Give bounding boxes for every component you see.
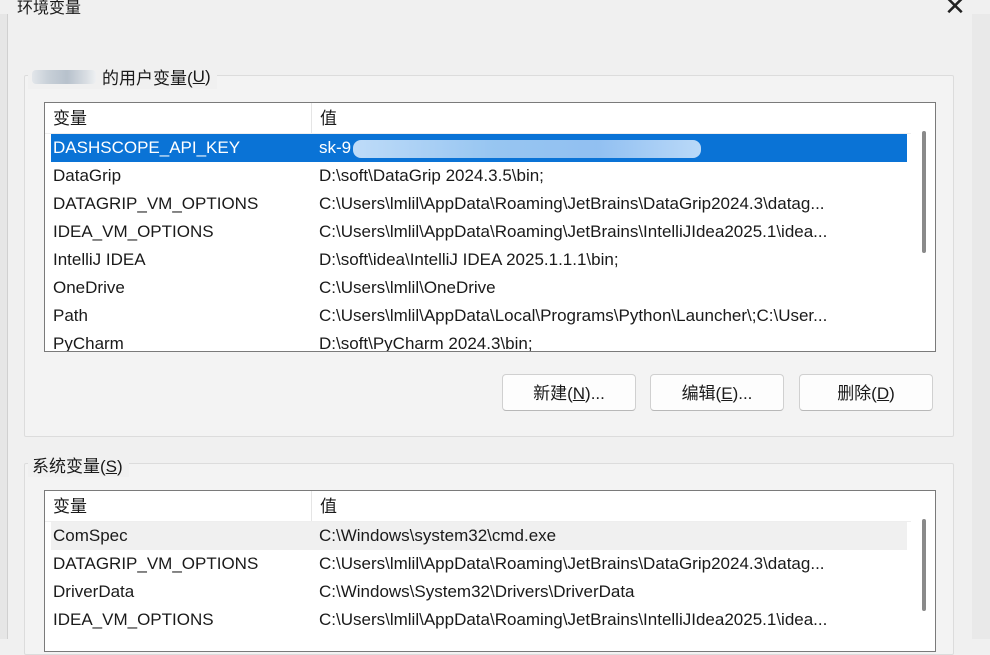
user-variables-access-key: U — [192, 66, 205, 86]
variable-value: D:\soft\DataGrip 2024.3.5\bin; — [319, 166, 544, 185]
edit-button-access-key: E — [721, 384, 733, 403]
table-row[interactable]: PyCharm D:\soft\PyCharm 2024.3\bin; — [45, 330, 911, 352]
variable-name: DATAGRIP_VM_OPTIONS — [53, 194, 259, 213]
variable-name: ComSpec — [53, 526, 128, 545]
user-list-scrollbar[interactable] — [911, 103, 935, 351]
variable-value: sk-9 — [319, 134, 901, 162]
variable-value: C:\Windows\System32\Drivers\DriverData — [319, 582, 635, 601]
variable-name: DATAGRIP_VM_OPTIONS — [53, 554, 259, 573]
new-button-label-end: )... — [585, 384, 605, 403]
column-header-value[interactable]: 值 — [312, 491, 910, 521]
variable-name: OneDrive — [53, 278, 125, 297]
system-variables-label-close: ) — [117, 457, 123, 476]
variable-name: DataGrip — [53, 166, 122, 185]
variable-name: IDEA_VM_OPTIONS — [53, 610, 214, 629]
close-icon[interactable]: ✕ — [940, 0, 970, 20]
variable-value: C:\Users\lmlil\OneDrive — [319, 278, 496, 297]
column-header-value[interactable]: 值 — [312, 103, 910, 133]
table-row[interactable]: IDEA_VM_OPTIONS C:\Users\lmlil\AppData\R… — [45, 218, 911, 246]
table-row[interactable]: IDEA_VM_OPTIONS C:\Users\lmlil\AppData\R… — [45, 606, 911, 634]
edit-button-label: 编辑( — [681, 384, 722, 403]
variable-name: PyCharm — [53, 334, 124, 352]
environment-variables-dialog: 环境变量 ✕ 的用户变量(U) 变量 值 DASHSCOPE_API_KEY s… — [0, 0, 990, 655]
table-row[interactable]: DATAGRIP_VM_OPTIONS C:\Users\lmlil\AppDa… — [45, 550, 911, 578]
dialog-right-edge — [972, 14, 990, 639]
delete-button-label-end: ) — [889, 384, 895, 403]
column-header-variable[interactable]: 变量 — [45, 491, 312, 521]
system-variables-access-key: S — [105, 457, 118, 476]
column-header-variable[interactable]: 变量 — [45, 103, 312, 133]
system-variables-label-text: 系统变量( — [32, 457, 106, 476]
list-header: 变量 值 — [45, 103, 911, 134]
dialog-title: 环境变量 — [17, 0, 82, 17]
variable-value: D:\soft\idea\IntelliJ IDEA 2025.1.1.1\bi… — [319, 250, 619, 269]
user-variables-label: 的用户变量(U) — [28, 64, 217, 89]
list-header: 变量 值 — [45, 491, 911, 522]
variable-name: Path — [53, 306, 88, 325]
table-row[interactable]: ComSpec C:\Windows\system32\cmd.exe — [51, 522, 907, 550]
new-button-access-key: N — [572, 384, 586, 403]
user-variables-label-text: 的用户变量( — [102, 69, 193, 88]
user-variable-rows: DASHSCOPE_API_KEY sk-9 DataGrip D:\soft\… — [45, 134, 911, 352]
new-button-label: 新建( — [533, 384, 573, 403]
variable-value: C:\Users\lmlil\AppData\Roaming\JetBrains… — [319, 222, 828, 241]
delete-button-access-key: D — [876, 384, 890, 403]
edit-button[interactable]: 编辑(E)... — [650, 374, 784, 411]
system-variables-list[interactable]: 变量 值 ComSpec C:\Windows\system32\cmd.exe… — [44, 490, 936, 652]
new-button[interactable]: 新建(N)... — [502, 374, 636, 411]
table-row[interactable]: DataGrip D:\soft\DataGrip 2024.3.5\bin; — [45, 162, 911, 190]
variable-value: C:\Users\lmlil\AppData\Roaming\JetBrains… — [319, 554, 825, 573]
variable-name: DriverData — [53, 582, 135, 601]
system-list-scrollbar[interactable] — [911, 491, 935, 651]
variable-value: C:\Users\lmlil\AppData\Roaming\JetBrains… — [319, 610, 828, 629]
scrollbar-thumb[interactable] — [922, 131, 926, 253]
variable-value: C:\Users\lmlil\AppData\Roaming\JetBrains… — [319, 194, 825, 213]
background-window-edge — [0, 14, 8, 639]
edit-button-label-end: )... — [732, 384, 753, 403]
table-row[interactable]: IntelliJ IDEA D:\soft\idea\IntelliJ IDEA… — [45, 246, 911, 274]
variable-value-text: sk-9 — [319, 138, 352, 157]
user-variables-label-close: ) — [204, 66, 211, 86]
table-row[interactable]: DATAGRIP_VM_OPTIONS C:\Users\lmlil\AppDa… — [45, 190, 911, 218]
variable-value: D:\soft\PyCharm 2024.3\bin; — [319, 334, 533, 352]
variable-name: IDEA_VM_OPTIONS — [53, 222, 214, 241]
user-variables-list[interactable]: 变量 值 DASHSCOPE_API_KEY sk-9 DataGrip D:\… — [44, 102, 936, 352]
redacted-secret — [353, 139, 702, 158]
redacted-username — [32, 69, 96, 84]
delete-button-label: 删除( — [837, 384, 877, 403]
table-row[interactable]: DriverData C:\Windows\System32\Drivers\D… — [45, 578, 911, 606]
delete-button[interactable]: 删除(D) — [799, 374, 933, 411]
variable-value: C:\Users\lmlil\AppData\Local\Programs\Py… — [319, 306, 828, 325]
variable-name: DASHSCOPE_API_KEY — [53, 138, 241, 157]
table-row[interactable]: DASHSCOPE_API_KEY sk-9 — [51, 134, 907, 162]
variable-name: IntelliJ IDEA — [53, 250, 146, 269]
system-variables-label: 系统变量(S) — [28, 452, 129, 477]
table-row[interactable]: OneDrive C:\Users\lmlil\OneDrive — [45, 274, 911, 302]
variable-value: C:\Windows\system32\cmd.exe — [319, 526, 557, 545]
system-variable-rows: ComSpec C:\Windows\system32\cmd.exe DATA… — [45, 522, 911, 634]
table-row[interactable]: Path C:\Users\lmlil\AppData\Local\Progra… — [45, 302, 911, 330]
scrollbar-thumb[interactable] — [922, 519, 926, 611]
